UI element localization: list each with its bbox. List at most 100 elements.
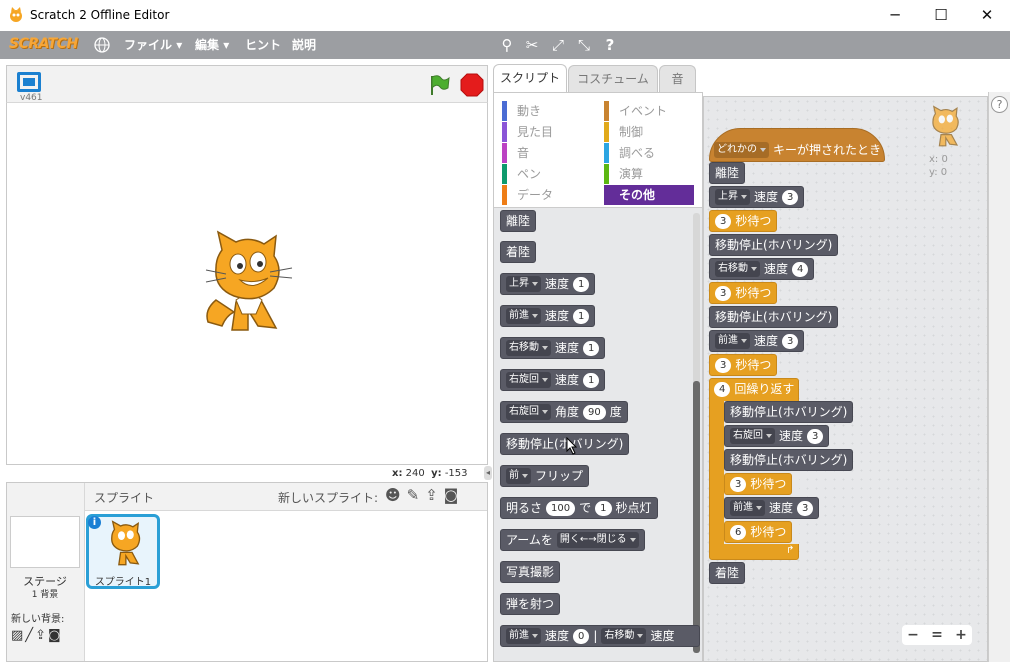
- palette-block-flip[interactable]: 前フリップ: [500, 465, 590, 487]
- category-more-blocks[interactable]: その他: [604, 185, 694, 205]
- scratch-cat-icon: [10, 7, 22, 22]
- palette-scrollbar-track[interactable]: [693, 213, 700, 653]
- grow-icon[interactable]: ⤢: [548, 35, 568, 55]
- category-sound[interactable]: 音: [502, 143, 592, 163]
- stage-thumbnail[interactable]: [10, 516, 80, 568]
- window-title: Scratch 2 Offline Editor: [30, 8, 170, 22]
- library-sprite-icon[interactable]: ☻: [385, 486, 407, 504]
- tips-menu[interactable]: ヒント: [245, 31, 281, 59]
- category-looks[interactable]: 見た目: [502, 122, 592, 142]
- fullscreen-icon[interactable]: [17, 72, 41, 92]
- category-events[interactable]: イベント: [604, 101, 694, 121]
- palette-block-right[interactable]: 右移動 速度 1: [500, 337, 606, 359]
- tab-sounds[interactable]: 音: [659, 65, 696, 92]
- stage-column: ステージ 1 背景 新しい背景: ▨╱⇪◙: [7, 483, 85, 661]
- globe-icon[interactable]: [94, 37, 110, 53]
- window-titlebar: Scratch 2 Offline Editor ─ ☐ ✕: [0, 0, 1010, 31]
- info-icon[interactable]: i: [88, 516, 101, 529]
- scratch-logo[interactable]: SCRATCH: [9, 36, 78, 52]
- shrink-icon[interactable]: ⤡: [574, 35, 594, 55]
- duplicate-icon[interactable]: ⚲: [497, 35, 517, 55]
- maximize-button[interactable]: ☐: [918, 0, 964, 31]
- stop-icon[interactable]: [460, 73, 484, 97]
- palette-block-hover[interactable]: 移動停止(ホバリング): [500, 433, 630, 455]
- sprite-watermark-cat: [932, 105, 959, 147]
- palette-block-rotate[interactable]: 右旋回 速度 1: [500, 369, 606, 391]
- delete-icon[interactable]: ✂: [522, 35, 542, 55]
- camera-backdrop-icon[interactable]: ◙: [48, 628, 63, 643]
- new-backdrop-tools: ▨╱⇪◙: [11, 628, 63, 643]
- new-backdrop-label: 新しい背景:: [11, 614, 65, 625]
- script-block-hover-1[interactable]: 移動停止(ホバリング): [709, 234, 839, 256]
- about-menu[interactable]: 説明: [292, 31, 316, 59]
- sprite-cat-stage[interactable]: [196, 230, 296, 336]
- script-hat-key-pressed[interactable]: どれかの キーが押されたとき: [709, 139, 886, 161]
- zoom-reset-icon[interactable]: =: [926, 625, 948, 645]
- script-block-wait-4[interactable]: 3 秒待つ: [724, 473, 793, 495]
- collapse-stage-handle[interactable]: ◂: [484, 466, 492, 480]
- script-block-right[interactable]: 右移動 速度 4: [709, 258, 815, 280]
- green-flag-icon[interactable]: [428, 74, 450, 96]
- script-block-wait-1[interactable]: 3 秒待つ: [709, 210, 778, 232]
- script-block-up[interactable]: 上昇 速度 3: [709, 186, 805, 208]
- new-sprite-tools: ☻✎⇪◙: [385, 486, 464, 504]
- palette-block-takeoff[interactable]: 離陸: [500, 210, 537, 232]
- palette-block-arm[interactable]: アームを 開く←→閉じる: [500, 529, 645, 551]
- category-pen[interactable]: ペン: [502, 164, 592, 184]
- category-motion[interactable]: 動き: [502, 101, 592, 121]
- tab-costumes[interactable]: コスチューム: [568, 65, 658, 92]
- zoom-in-icon[interactable]: +: [950, 625, 972, 645]
- palette-block-rotate-angle[interactable]: 右旋回 角度 90 度: [500, 401, 628, 423]
- script-block-forward[interactable]: 前進 速度 3: [709, 330, 805, 352]
- paint-backdrop-icon[interactable]: ▨: [11, 628, 25, 643]
- help-strip: ?: [988, 92, 1010, 662]
- script-block-hover-3[interactable]: 移動停止(ホバリング): [724, 401, 854, 423]
- category-operators[interactable]: 演算: [604, 164, 694, 184]
- menu-bar: SCRATCH ファイル ▾ 編集 ▾ ヒント 説明 ⚲ ✂ ⤢ ⤡ ?: [0, 31, 1010, 59]
- zoom-out-icon[interactable]: −: [902, 625, 924, 645]
- close-button[interactable]: ✕: [964, 0, 1010, 31]
- stage-header: v461: [6, 65, 488, 103]
- script-block-wait-3[interactable]: 3 秒待つ: [709, 354, 778, 376]
- script-block-repeat[interactable]: 4 回繰り返す: [709, 378, 799, 400]
- upload-sprite-icon[interactable]: ⇪: [425, 486, 444, 504]
- help-icon[interactable]: ?: [600, 35, 620, 55]
- file-menu[interactable]: ファイル ▾: [124, 31, 182, 59]
- camera-sprite-icon[interactable]: ◙: [444, 486, 465, 504]
- sprites-title: スプライト: [94, 491, 155, 505]
- sprite-tile-selected[interactable]: i スプライト1: [86, 514, 160, 589]
- sprite-name: スプライト1: [94, 577, 152, 588]
- script-block-wait-5[interactable]: 6 秒待つ: [724, 521, 793, 543]
- loop-arrow-icon: ↱: [786, 545, 795, 556]
- script-block-takeoff[interactable]: 離陸: [709, 162, 746, 184]
- palette-block-move-combo[interactable]: 前進 速度 0 | 右移動 速度: [500, 625, 700, 647]
- category-data[interactable]: データ: [502, 185, 592, 205]
- sprite-position-readout: x: 0 y: 0: [929, 154, 948, 178]
- palette-block-land[interactable]: 着陸: [500, 241, 537, 263]
- category-control[interactable]: 制御: [604, 122, 694, 142]
- backdrop-count: 1 背景: [31, 590, 59, 600]
- tab-scripts[interactable]: スクリプト: [493, 64, 567, 93]
- palette-block-led[interactable]: 明るさ 100 で 1 秒点灯: [500, 497, 658, 519]
- minimize-button[interactable]: ─: [872, 0, 918, 31]
- mouse-coordinates: x: 240 y: -153: [392, 468, 468, 479]
- draw-backdrop-icon[interactable]: ╱: [25, 628, 35, 643]
- palette-block-photo[interactable]: 写真撮影: [500, 561, 561, 583]
- help-question-icon[interactable]: ?: [991, 96, 1008, 113]
- script-block-hover-2[interactable]: 移動停止(ホバリング): [709, 306, 839, 328]
- palette-block-up[interactable]: 上昇 速度 1: [500, 273, 596, 295]
- version-label: v461: [20, 93, 43, 103]
- palette-block-shoot[interactable]: 弾を射つ: [500, 593, 561, 615]
- palette-block-forward[interactable]: 前進 速度 1: [500, 305, 596, 327]
- mouse-cursor-icon: [566, 437, 578, 455]
- upload-backdrop-icon[interactable]: ⇪: [35, 628, 48, 643]
- edit-menu[interactable]: 編集 ▾: [195, 31, 229, 59]
- script-block-rotate[interactable]: 右旋回 速度 3: [724, 425, 830, 447]
- script-block-hover-4[interactable]: 移動停止(ホバリング): [724, 449, 854, 471]
- script-block-forward-2[interactable]: 前進 速度 3: [724, 497, 820, 519]
- palette-scrollbar-thumb[interactable]: [693, 381, 700, 653]
- paint-sprite-icon[interactable]: ✎: [407, 486, 426, 504]
- category-sensing[interactable]: 調べる: [604, 143, 694, 163]
- script-block-land[interactable]: 着陸: [709, 562, 746, 584]
- script-block-wait-2[interactable]: 3 秒待つ: [709, 282, 778, 304]
